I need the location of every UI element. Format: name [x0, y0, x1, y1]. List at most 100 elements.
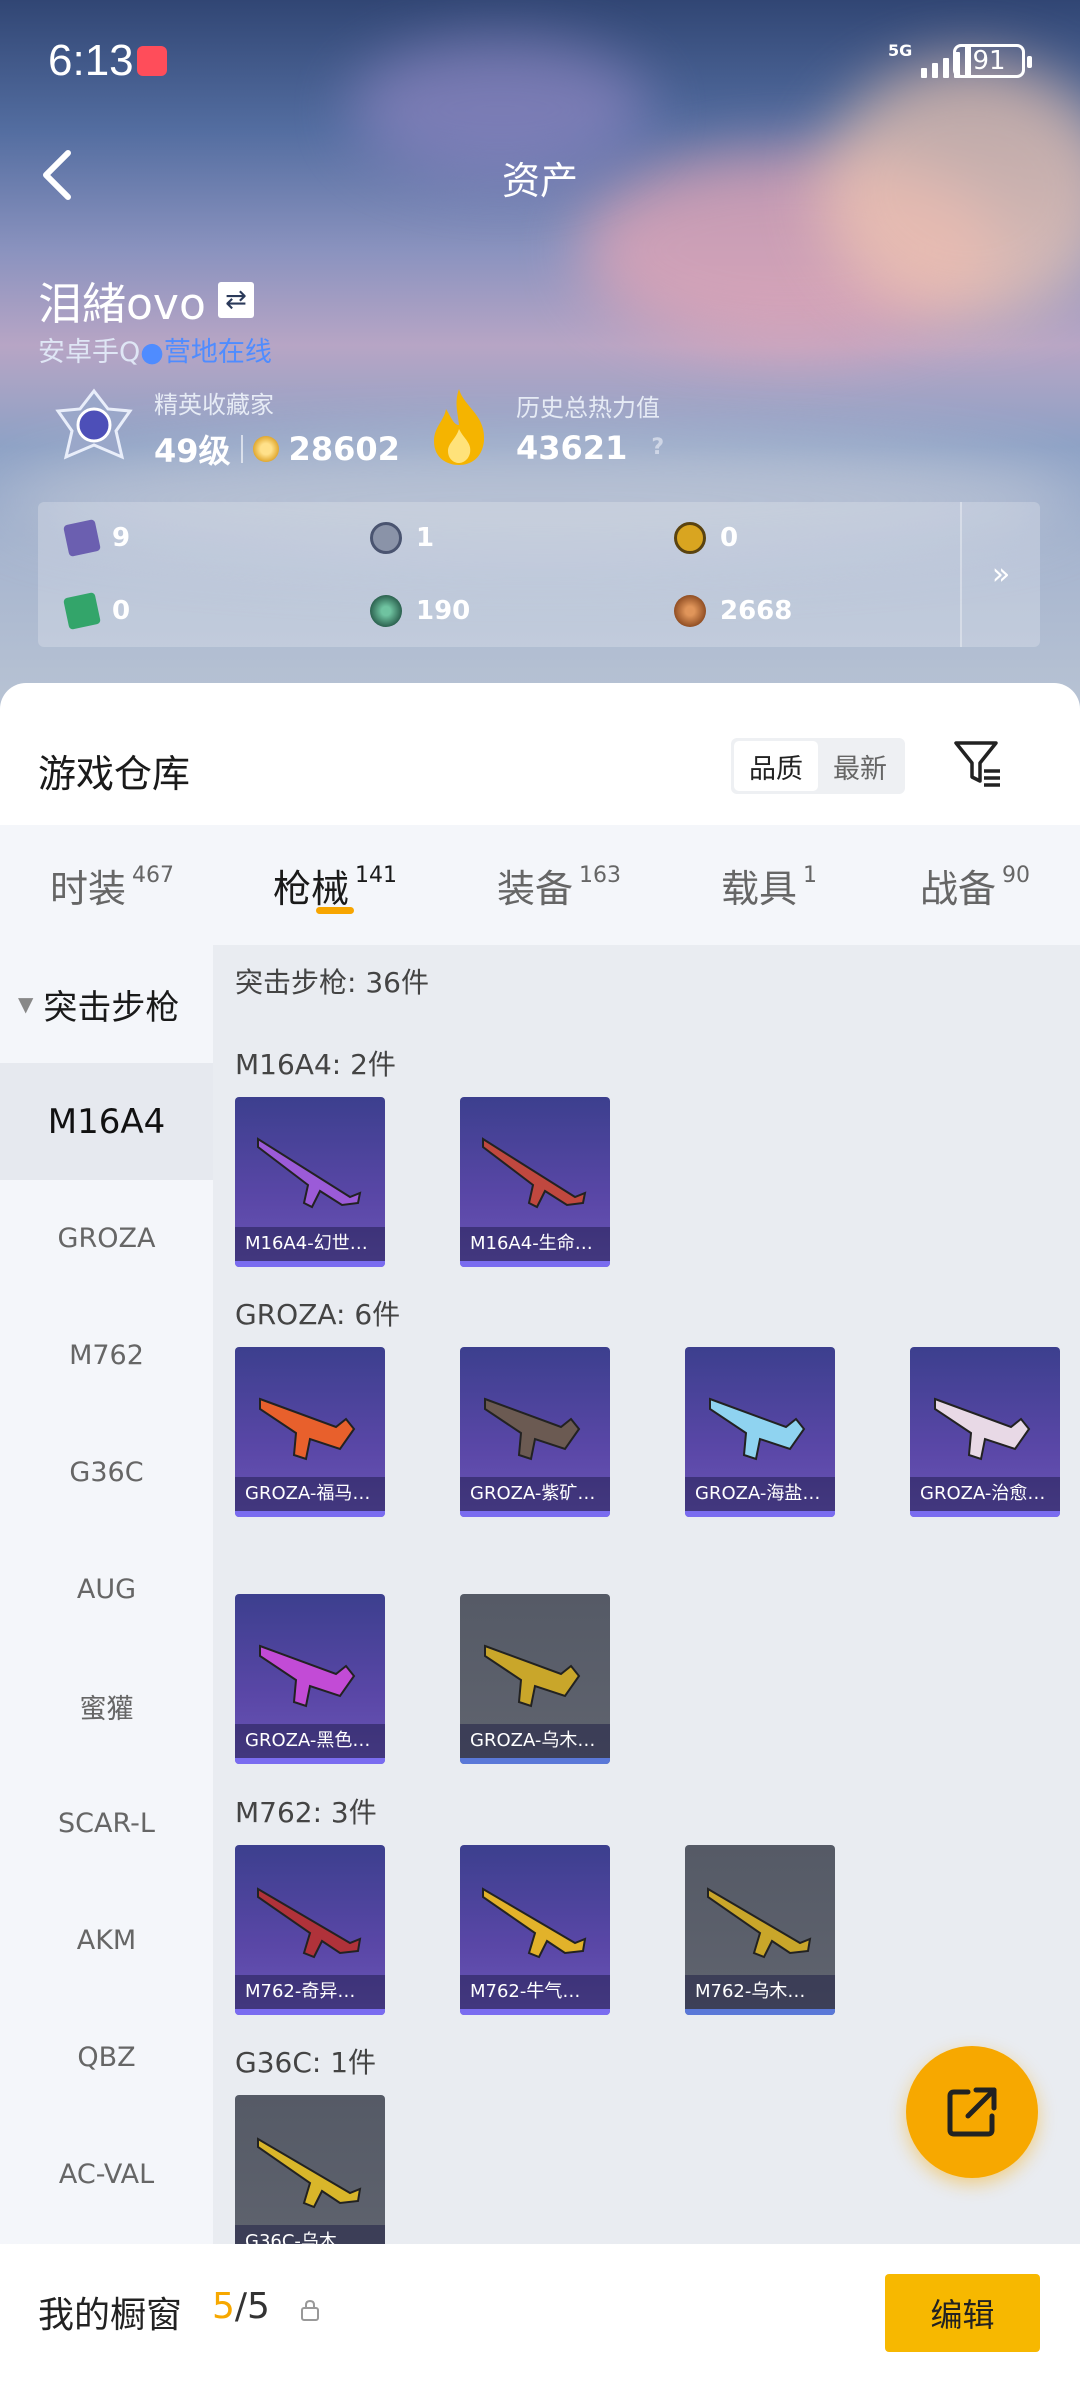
weapon-card[interactable]: GROZA-紫矿… — [460, 1347, 610, 1517]
online-status: 营地在线 — [163, 337, 272, 368]
weapon-name: GROZA-治愈… — [910, 1477, 1060, 1511]
group-title: M16A4: 2件 — [235, 1048, 396, 1081]
asset-value: 190 — [416, 596, 471, 626]
weapon-card[interactable]: M16A4-生命… — [460, 1097, 610, 1267]
tab-equipment[interactable]: 装备 163 — [497, 825, 621, 945]
weapon-card[interactable]: G36C-乌木… — [235, 2095, 385, 2265]
user-subtitle: 安卓手Q●营地在线 — [38, 330, 272, 369]
sidebar-item[interactable]: G36C — [0, 1414, 213, 1531]
weapon-card[interactable]: GROZA-海盐… — [685, 1347, 835, 1517]
battery-icon: 91 — [953, 44, 1032, 78]
weapon-name: GROZA-乌木… — [460, 1724, 610, 1758]
filter-icon — [954, 741, 1000, 787]
weapon-sidebar: ▼ 突击步枪 M16A4 GROZA M762 G36C AUG 蜜獾 SCAR… — [0, 945, 213, 2381]
tab-label: 战备 — [920, 866, 997, 911]
weapon-card[interactable]: M762-乌木… — [685, 1845, 835, 2015]
sidebar-item[interactable]: AC-VAL — [0, 2116, 213, 2233]
asset-item[interactable]: 1 — [370, 522, 434, 554]
share-button[interactable] — [906, 2046, 1038, 2178]
collector-label: 精英收藏家 — [154, 391, 274, 419]
sidebar-item[interactable]: M762 — [0, 1297, 213, 1414]
edit-button[interactable]: 编辑 — [885, 2274, 1040, 2352]
tab-count: 141 — [355, 862, 398, 888]
heat-stat[interactable]: 历史总热力值 43621 ? — [424, 385, 664, 469]
asset-item[interactable]: 9 — [63, 519, 130, 557]
weapon-name: GROZA-紫矿… — [460, 1477, 610, 1511]
weapon-name: GROZA-黑色… — [235, 1724, 385, 1758]
category-summary: 突击步枪: 36件 — [235, 966, 429, 999]
weapon-card[interactable]: M16A4-幻世… — [235, 1097, 385, 1267]
silver-coin-icon — [370, 522, 402, 554]
green-card-icon — [63, 592, 101, 630]
weapon-name: GROZA-海盐… — [685, 1477, 835, 1511]
rifle-icon — [484, 1644, 581, 1708]
sidebar-item[interactable]: 蜜獾 — [0, 1648, 213, 1765]
collector-stat[interactable]: 精英收藏家 49级 28602 — [52, 385, 400, 472]
sort-toggle: 品质 最新 — [731, 738, 905, 794]
rarity-stripe — [685, 1511, 835, 1517]
weapon-card[interactable]: M762-牛气… — [460, 1845, 610, 2015]
sort-quality-button[interactable]: 品质 — [734, 741, 818, 791]
sidebar-item[interactable]: AKM — [0, 1882, 213, 1999]
asset-value: 0 — [720, 523, 739, 553]
weapon-name: M762-牛气… — [460, 1975, 610, 2009]
tab-skins[interactable]: 时装 467 — [50, 825, 174, 945]
tab-vehicles[interactable]: 载具 1 — [721, 825, 817, 945]
tab-label: 枪械 — [273, 866, 350, 911]
network-type: 5G — [888, 41, 913, 60]
sidebar-item[interactable]: AUG — [0, 1531, 213, 1648]
asset-item[interactable]: 2668 — [674, 595, 792, 627]
sidebar-item[interactable]: QBZ — [0, 1999, 213, 2116]
external-link-icon — [947, 2087, 997, 2137]
filter-button[interactable] — [950, 735, 1006, 791]
active-tab-indicator — [316, 907, 354, 914]
rarity-stripe — [460, 1261, 610, 1267]
sidebar-item[interactable]: GROZA — [0, 1180, 213, 1297]
collector-points: 28602 — [288, 430, 400, 468]
rarity-stripe — [685, 2009, 835, 2015]
showcase-count: 5/5 — [212, 2286, 270, 2327]
rifle-icon — [482, 1887, 587, 1959]
sidebar-item[interactable]: M16A4 — [0, 1063, 213, 1180]
rarity-stripe — [235, 1261, 385, 1267]
asset-item[interactable]: 0 — [674, 522, 738, 554]
tab-count: 467 — [132, 862, 175, 888]
expand-assets-button[interactable]: » — [960, 502, 1040, 647]
heat-value: 43621 — [516, 428, 628, 467]
sort-newest-button[interactable]: 最新 — [818, 741, 902, 791]
rarity-stripe — [910, 1511, 1060, 1517]
chevron-down-icon: ▼ — [18, 992, 34, 1016]
asset-value: 2668 — [720, 596, 793, 626]
rarity-stripe — [235, 1758, 385, 1764]
rifle-icon — [259, 1644, 356, 1708]
rarity-stripe — [460, 1758, 610, 1764]
help-icon[interactable]: ? — [651, 435, 664, 460]
tab-supplies[interactable]: 战备 90 — [920, 825, 1030, 945]
tab-count: 163 — [579, 862, 622, 888]
asset-item[interactable]: 190 — [370, 595, 470, 627]
weapon-name: M16A4-生命… — [460, 1227, 610, 1261]
switch-account-icon[interactable]: ⇄ — [217, 282, 254, 318]
assets-panel: 9 1 0 0 190 2668 » — [38, 502, 1040, 647]
tab-label: 时装 — [50, 866, 127, 911]
showcase-label: 我的橱窗 — [38, 2295, 183, 2336]
bronze-coin-icon — [674, 595, 706, 627]
group-title: G36C: 1件 — [235, 2046, 377, 2079]
asset-item[interactable]: 0 — [63, 592, 130, 630]
rifle-icon — [257, 2137, 362, 2209]
sidebar-item[interactable]: SCAR-L — [0, 1765, 213, 1882]
rifle-icon — [257, 1887, 362, 1959]
showcase-current: 5 — [212, 2286, 235, 2327]
weapon-card[interactable]: GROZA-乌木… — [460, 1594, 610, 1764]
weapon-card[interactable]: M762-奇异… — [235, 1845, 385, 2015]
tab-guns[interactable]: 枪械 141 — [273, 825, 397, 945]
weapon-card[interactable]: GROZA-福马… — [235, 1347, 385, 1517]
group-title: GROZA: 6件 — [235, 1298, 401, 1331]
rarity-stripe — [235, 2009, 385, 2015]
rarity-stripe — [460, 1511, 610, 1517]
sidebar-category-assault-rifles[interactable]: ▼ 突击步枪 — [0, 945, 213, 1063]
user-name-row: 泪緒ovo ⇄ — [38, 268, 254, 332]
purple-card-icon — [63, 519, 101, 557]
weapon-card[interactable]: GROZA-黑色… — [235, 1594, 385, 1764]
weapon-card[interactable]: GROZA-治愈… — [910, 1347, 1060, 1517]
